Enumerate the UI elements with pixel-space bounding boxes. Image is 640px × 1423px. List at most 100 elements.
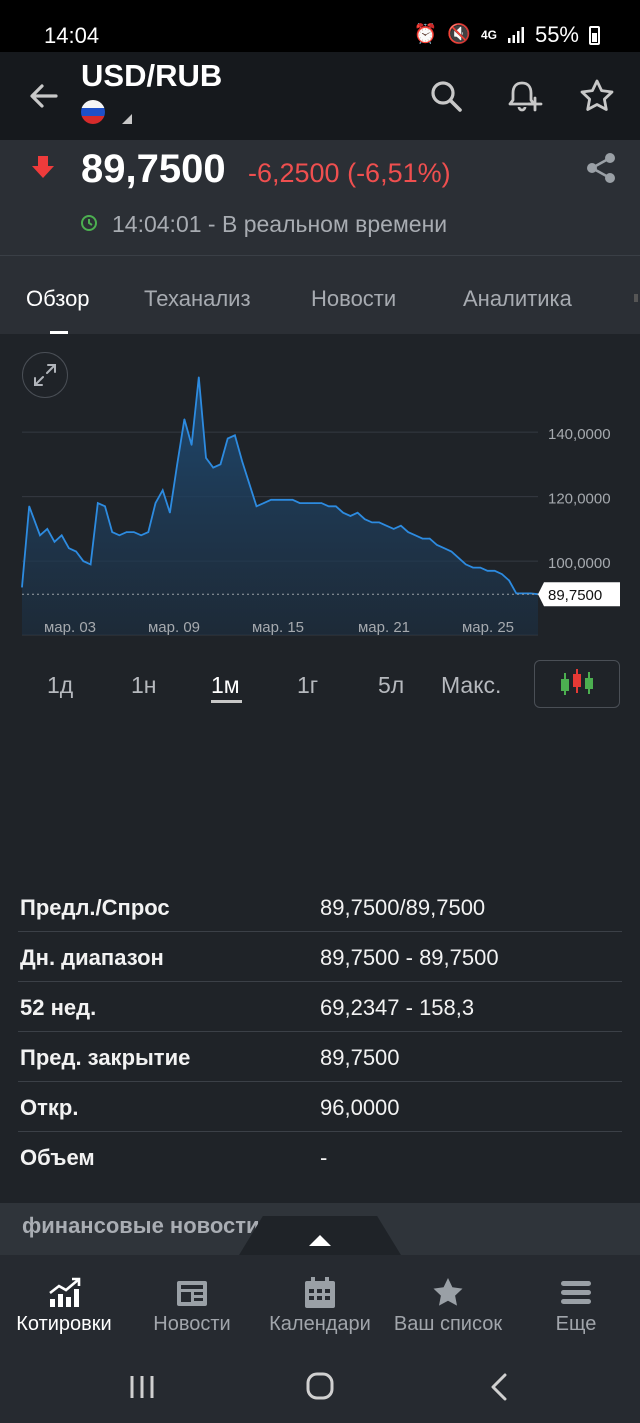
- range-1d[interactable]: 1д: [47, 672, 73, 699]
- range-5y[interactable]: 5л: [378, 672, 404, 699]
- tab-overview[interactable]: Обзор: [26, 286, 90, 312]
- price-chart-panel: 140,0000 120,0000 100,0000 89,7500 мар. 03 ма…: [0, 334, 640, 644]
- status-bar: 14:04 ⏰ 🔇 4G 55%: [0, 0, 640, 52]
- nav-label: Ваш список: [393, 1313, 503, 1335]
- system-back-icon[interactable]: [480, 1371, 520, 1403]
- stat-value: 89,7500 - 89,7500: [320, 945, 499, 970]
- time-range-selector: 1д 1н 1м 1г 5л Макс.: [0, 656, 640, 716]
- tab-analytics[interactable]: Аналитика: [463, 286, 572, 312]
- price-chart[interactable]: 140,0000 120,0000 100,0000 89,7500 мар. 03 ма…: [0, 334, 640, 644]
- price-point: [21, 586, 23, 588]
- price-point: [356, 512, 359, 514]
- star-icon: [433, 1278, 463, 1306]
- clock-icon: [81, 215, 97, 231]
- newspaper-icon: [177, 1281, 207, 1306]
- price-point: [140, 534, 142, 536]
- price-point: [125, 531, 128, 533]
- y-tick-label: 120,0000: [548, 491, 611, 508]
- price-point: [68, 547, 70, 549]
- x-tick-label: мар. 25: [462, 619, 514, 636]
- stat-label: Предл./Спрос: [20, 895, 170, 920]
- x-tick-label: мар. 21: [358, 619, 410, 636]
- range-1y[interactable]: 1г: [297, 672, 318, 699]
- alarm-icon: ⏰: [413, 24, 438, 45]
- nav-label: Еще: [555, 1313, 597, 1335]
- stat-label: 52 нед.: [20, 995, 97, 1020]
- star-outline-icon[interactable]: [577, 76, 617, 116]
- system-navigation-bar: [0, 1355, 640, 1423]
- stat-value: 96,0000: [320, 1095, 400, 1120]
- price-point: [486, 570, 489, 572]
- price-point: [371, 521, 373, 524]
- price-point: [313, 502, 315, 504]
- price-point: [407, 531, 409, 533]
- signal-icon: [507, 27, 524, 43]
- range-1m[interactable]: 1м: [211, 672, 240, 699]
- nav-watchlist[interactable]: Ваш список: [384, 1255, 512, 1355]
- nav-label: Новости: [153, 1313, 231, 1335]
- stat-label: Дн. диапазон: [20, 945, 164, 970]
- stat-row-volume: Объем -: [18, 1132, 622, 1182]
- stat-row-open: Откр. 96,0000: [18, 1082, 622, 1132]
- price-point: [414, 534, 416, 536]
- last-price: 89,7500: [81, 147, 226, 191]
- candlestick-icon: [561, 669, 593, 695]
- nav-more[interactable]: Еще: [512, 1255, 640, 1355]
- app-bar: USD/RUB: [0, 52, 640, 140]
- nav-label: Котировки: [16, 1313, 112, 1335]
- status-icons: ⏰ 🔇 4G 55%: [414, 22, 600, 48]
- add-alert-bell-icon[interactable]: [504, 76, 544, 116]
- back-arrow-icon[interactable]: [24, 76, 64, 116]
- price-change: -6,2500 (-6,51%): [248, 158, 451, 188]
- search-icon[interactable]: [426, 76, 466, 116]
- price-point: [299, 502, 301, 504]
- stat-label: Откр.: [20, 1095, 79, 1120]
- price-point: [227, 437, 229, 440]
- network-icon: 4G: [480, 28, 497, 42]
- x-tick-label: мар. 15: [252, 619, 304, 636]
- dropdown-triangle-icon[interactable]: [122, 114, 132, 124]
- price-point: [284, 499, 287, 501]
- price-point: [378, 521, 380, 524]
- realtime-timestamp: 14:04:01 - В реальном времени: [112, 211, 448, 237]
- price-point: [190, 444, 193, 446]
- price-point: [472, 566, 474, 569]
- expand-chart-button[interactable]: [22, 352, 68, 398]
- share-icon[interactable]: [583, 150, 619, 186]
- last-price-label: 89,7500: [548, 587, 602, 604]
- range-1w[interactable]: 1н: [131, 672, 157, 699]
- tab-news[interactable]: Новости: [311, 286, 396, 312]
- price-point: [154, 502, 157, 504]
- stat-value: 69,2347 - 158,3: [320, 995, 475, 1020]
- price-point: [364, 518, 366, 520]
- price-point: [277, 499, 279, 501]
- price-point: [176, 463, 178, 465]
- price-point: [255, 505, 258, 507]
- candlestick-toggle-button[interactable]: [534, 660, 620, 708]
- y-tick-label: 140,0000: [548, 426, 611, 443]
- nav-label: Календари: [269, 1313, 371, 1335]
- mute-icon: 🔇: [447, 24, 471, 45]
- price-point: [436, 544, 438, 546]
- price-point: [515, 592, 517, 595]
- tab-technical[interactable]: Теханализ: [144, 286, 251, 312]
- home-icon[interactable]: [300, 1371, 340, 1403]
- price-point: [118, 534, 121, 536]
- stat-value: 89,7500/89,7500: [320, 895, 486, 920]
- y-tick-label: 100,0000: [548, 555, 611, 572]
- battery-icon: [589, 25, 600, 45]
- recent-apps-icon[interactable]: [122, 1371, 162, 1403]
- range-max[interactable]: Макс.: [441, 672, 501, 699]
- price-point: [241, 460, 243, 462]
- price-point: [291, 499, 294, 501]
- price-point: [335, 505, 337, 507]
- nav-quotes[interactable]: Котировки: [0, 1255, 128, 1355]
- nav-news[interactable]: Новости: [128, 1255, 256, 1355]
- price-point: [479, 566, 481, 569]
- stat-label: Объем: [20, 1145, 95, 1170]
- price-point: [393, 528, 395, 530]
- russia-flag-icon[interactable]: [81, 100, 105, 124]
- nav-calendars[interactable]: Календари: [256, 1255, 384, 1355]
- price-point: [400, 525, 402, 527]
- chevron-up-icon[interactable]: [309, 1235, 331, 1246]
